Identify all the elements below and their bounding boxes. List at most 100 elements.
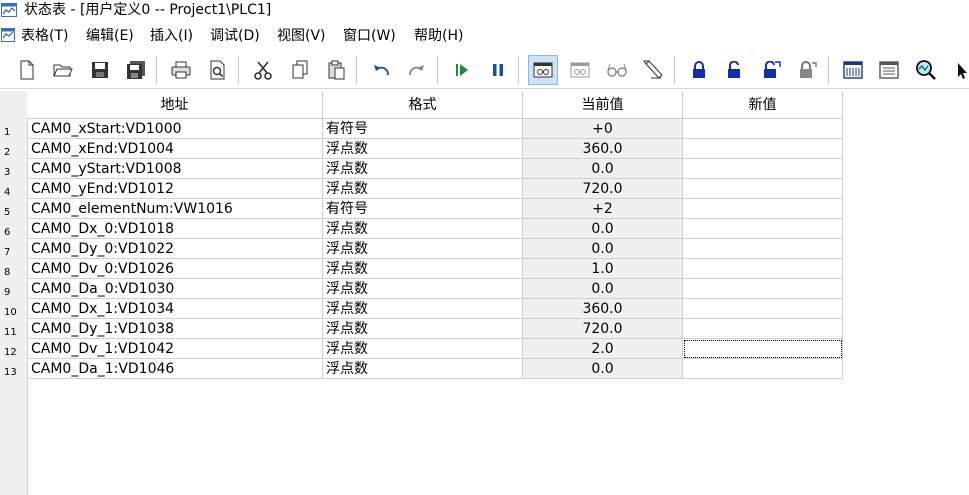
address-cell[interactable]: CAM0_xStart:VD1000 bbox=[27, 119, 323, 139]
new-file-icon[interactable] bbox=[12, 55, 42, 85]
menu-insert[interactable]: 插入(I) bbox=[150, 27, 193, 45]
new-value-cell[interactable] bbox=[683, 339, 843, 359]
menu-edit[interactable]: 编辑(E) bbox=[86, 27, 134, 45]
format-cell[interactable]: 浮点数 bbox=[323, 239, 523, 259]
new-value-cell[interactable] bbox=[683, 239, 843, 259]
current-value-cell: +2 bbox=[523, 199, 683, 219]
new-value-cell[interactable] bbox=[683, 279, 843, 299]
address-cell[interactable]: CAM0_Dv_0:VD1026 bbox=[27, 259, 323, 279]
new-value-cell[interactable] bbox=[683, 219, 843, 239]
menu-table[interactable]: 表格(T) bbox=[21, 27, 68, 45]
row-number[interactable]: 2 bbox=[0, 139, 27, 159]
address-cell[interactable]: CAM0_Dx_1:VD1034 bbox=[27, 299, 323, 319]
row-number-label: 10 bbox=[4, 307, 17, 318]
format-cell[interactable]: 浮点数 bbox=[323, 179, 523, 199]
address-cell[interactable]: CAM0_yStart:VD1008 bbox=[27, 159, 323, 179]
format-cell[interactable]: 有符号 bbox=[323, 199, 523, 219]
unlock-all-icon[interactable] bbox=[756, 55, 786, 85]
row-number[interactable]: 8 bbox=[0, 259, 27, 279]
redo-icon[interactable] bbox=[402, 55, 432, 85]
read-forced-icon[interactable] bbox=[792, 55, 822, 85]
row-number[interactable]: 12 bbox=[0, 339, 27, 359]
row-number[interactable]: 4 bbox=[0, 179, 27, 199]
paste-icon[interactable] bbox=[321, 55, 351, 85]
row-number[interactable]: 6 bbox=[0, 219, 27, 239]
run-icon[interactable] bbox=[447, 55, 477, 85]
address-cell[interactable]: CAM0_yEnd:VD1012 bbox=[27, 179, 323, 199]
address-cell[interactable]: CAM0_elementNum:VW1016 bbox=[27, 199, 323, 219]
new-value-cell[interactable] bbox=[683, 139, 843, 159]
undo-icon[interactable] bbox=[366, 55, 396, 85]
address-cell[interactable]: CAM0_Dy_1:VD1038 bbox=[27, 319, 323, 339]
zoom-icon[interactable] bbox=[911, 55, 941, 85]
row-number-label: 3 bbox=[4, 167, 11, 178]
format-cell[interactable]: 浮点数 bbox=[323, 299, 523, 319]
row-number-label: 1 bbox=[4, 127, 11, 138]
column-header-current-value[interactable]: 当前值 bbox=[523, 91, 683, 119]
format-cell[interactable]: 浮点数 bbox=[323, 279, 523, 299]
current-value-cell: 360.0 bbox=[523, 139, 683, 159]
trend-chart-icon[interactable] bbox=[838, 55, 868, 85]
new-value-cell[interactable] bbox=[683, 179, 843, 199]
format-cell[interactable]: 有符号 bbox=[323, 119, 523, 139]
menu-debug[interactable]: 调试(D) bbox=[210, 27, 260, 45]
current-value-cell: 720.0 bbox=[523, 179, 683, 199]
save-all-icon[interactable] bbox=[121, 55, 151, 85]
address-cell[interactable]: CAM0_Dy_0:VD1022 bbox=[27, 239, 323, 259]
row-number-label: 8 bbox=[4, 267, 11, 278]
format-cell[interactable]: 浮点数 bbox=[323, 339, 523, 359]
new-value-cell[interactable] bbox=[683, 319, 843, 339]
table-view-icon[interactable] bbox=[874, 55, 904, 85]
save-icon[interactable] bbox=[85, 55, 115, 85]
new-value-cell[interactable] bbox=[683, 299, 843, 319]
pen-icon[interactable] bbox=[638, 55, 668, 85]
format-cell[interactable]: 浮点数 bbox=[323, 259, 523, 279]
menu-view[interactable]: 视图(V) bbox=[277, 27, 326, 45]
new-value-cell[interactable] bbox=[683, 159, 843, 179]
address-cell[interactable]: CAM0_Dx_0:VD1018 bbox=[27, 219, 323, 239]
glasses-icon[interactable] bbox=[602, 55, 632, 85]
column-header-address[interactable]: 地址 bbox=[27, 91, 323, 119]
menu-window[interactable]: 窗口(W) bbox=[343, 27, 396, 45]
format-cell[interactable]: 浮点数 bbox=[323, 319, 523, 339]
monitor-single-icon[interactable] bbox=[565, 55, 595, 85]
new-value-cell[interactable] bbox=[683, 259, 843, 279]
current-value-cell: 720.0 bbox=[523, 319, 683, 339]
row-number[interactable]: 3 bbox=[0, 159, 27, 179]
row-number[interactable]: 10 bbox=[0, 299, 27, 319]
cut-icon[interactable] bbox=[248, 55, 278, 85]
row-number[interactable]: 9 bbox=[0, 279, 27, 299]
copy-icon[interactable] bbox=[285, 55, 315, 85]
toolbar bbox=[0, 50, 969, 89]
address-cell[interactable]: CAM0_Dv_1:VD1042 bbox=[27, 339, 323, 359]
print-icon[interactable] bbox=[166, 55, 196, 85]
column-header-format[interactable]: 格式 bbox=[323, 91, 523, 119]
monitor-icon[interactable] bbox=[528, 55, 558, 85]
row-number[interactable]: 11 bbox=[0, 319, 27, 339]
cursor-icon[interactable] bbox=[950, 55, 969, 85]
new-value-cell[interactable] bbox=[683, 119, 843, 139]
row-number[interactable]: 5 bbox=[0, 199, 27, 219]
lock-icon[interactable] bbox=[684, 55, 714, 85]
new-value-cell[interactable] bbox=[683, 199, 843, 219]
row-number[interactable]: 7 bbox=[0, 239, 27, 259]
menu-help[interactable]: 帮助(H) bbox=[414, 27, 463, 45]
status-chart-menu-icon[interactable] bbox=[1, 28, 15, 42]
pause-icon[interactable] bbox=[483, 55, 513, 85]
row-number[interactable]: 13 bbox=[0, 359, 27, 379]
address-cell[interactable]: CAM0_xEnd:VD1004 bbox=[27, 139, 323, 159]
print-preview-icon[interactable] bbox=[203, 55, 233, 85]
column-header-new-value[interactable]: 新值 bbox=[683, 91, 843, 119]
address-cell[interactable]: CAM0_Da_1:VD1046 bbox=[27, 359, 323, 379]
row-number[interactable]: 1 bbox=[0, 119, 27, 139]
current-value-cell: +0 bbox=[523, 119, 683, 139]
format-cell[interactable]: 浮点数 bbox=[323, 159, 523, 179]
format-cell[interactable]: 浮点数 bbox=[323, 139, 523, 159]
format-cell[interactable]: 浮点数 bbox=[323, 359, 523, 379]
new-value-cell[interactable] bbox=[683, 359, 843, 379]
address-cell[interactable]: CAM0_Da_0:VD1030 bbox=[27, 279, 323, 299]
current-value-cell: 0.0 bbox=[523, 279, 683, 299]
open-folder-icon[interactable] bbox=[48, 55, 78, 85]
unlock-icon[interactable] bbox=[720, 55, 750, 85]
format-cell[interactable]: 浮点数 bbox=[323, 219, 523, 239]
